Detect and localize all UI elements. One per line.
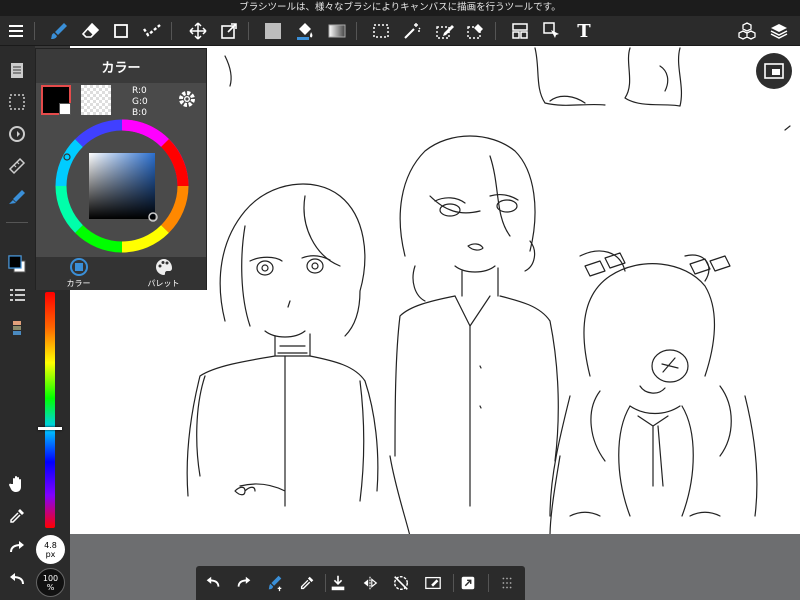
brush-size-value: 4.8	[44, 540, 57, 550]
eyedropper-icon[interactable]	[2, 502, 32, 530]
screenshot-icon[interactable]	[453, 566, 483, 600]
eraser-sub-icon[interactable]	[418, 566, 448, 600]
magic-wand-icon[interactable]	[397, 16, 427, 46]
fill-icon[interactable]	[2, 184, 32, 212]
eraser-icon[interactable]	[75, 16, 105, 46]
shape-icon[interactable]	[106, 16, 136, 46]
left-toolbar	[0, 46, 35, 600]
menu-icon[interactable]	[1, 16, 31, 46]
grid-icon[interactable]	[492, 566, 522, 600]
app-window: { "hint": { "text": "ブラシツールは、様々なブラシによりキャ…	[0, 0, 800, 600]
rgb-r: R:0	[132, 86, 147, 96]
rgb-readout: R:0 G:0 B:0	[132, 86, 152, 119]
transform-icon[interactable]	[214, 16, 244, 46]
operation-icon[interactable]	[537, 16, 567, 46]
select-pen-icon[interactable]	[430, 16, 460, 46]
color-panel: カラー R:0 G:0 B:0 カラー パレット	[35, 48, 207, 290]
select-eraser-icon[interactable]	[461, 16, 491, 46]
bottom-toolbar	[196, 566, 525, 600]
layer-list-icon[interactable]	[2, 314, 32, 342]
color-wheel[interactable]	[55, 119, 189, 257]
hand-icon[interactable]	[2, 470, 32, 498]
brush-icon[interactable]	[44, 16, 74, 46]
color-panel-tabs: カラー パレット	[36, 257, 206, 290]
brush-size-indicator[interactable]: 4.8 px	[36, 535, 65, 564]
materials-icon[interactable]	[732, 16, 762, 46]
rgb-b: B:0	[132, 108, 147, 118]
ruler-icon[interactable]	[2, 152, 32, 180]
fill-color-icon[interactable]	[258, 16, 288, 46]
hint-bar: ブラシツールは、様々なブラシによりキャンバスに描画を行うツールです。	[0, 0, 800, 16]
color-tab-icon	[69, 258, 88, 276]
snap-icon[interactable]	[386, 566, 416, 600]
navigator-button[interactable]	[756, 53, 792, 89]
slider-thumb[interactable]	[38, 426, 62, 430]
brush-list-icon[interactable]	[2, 282, 32, 310]
palette-icon	[155, 259, 172, 275]
select-rect-icon[interactable]	[366, 16, 396, 46]
opacity-indicator[interactable]: 100 %	[36, 568, 65, 597]
brush-settings-icon[interactable]	[260, 566, 290, 600]
tab-color[interactable]: カラー	[36, 257, 121, 290]
redo-icon[interactable]	[2, 534, 32, 562]
tab-palette-label: パレット	[147, 279, 180, 288]
rotate-icon[interactable]	[2, 120, 32, 148]
gradient-icon[interactable]	[322, 16, 352, 46]
text-icon[interactable]: T	[569, 16, 599, 46]
move-icon[interactable]	[183, 16, 213, 46]
layer-import-icon[interactable]	[323, 566, 353, 600]
opacity-value: 100	[42, 573, 59, 583]
color-panel-title: カラー	[36, 49, 206, 83]
gear-icon[interactable]	[177, 89, 197, 113]
undo-icon[interactable]	[2, 566, 32, 594]
tab-color-label: カラー	[66, 279, 91, 288]
eyedropper-icon[interactable]	[292, 566, 322, 600]
tab-palette[interactable]: パレット	[121, 257, 206, 290]
rgb-g: G:0	[132, 97, 148, 107]
select-icon[interactable]	[2, 88, 32, 116]
dots-icon[interactable]	[137, 16, 167, 46]
sub-color-swatch[interactable]	[81, 85, 111, 115]
opacity-unit: %	[46, 582, 55, 592]
top-toolbar: T	[0, 16, 800, 46]
color-icon[interactable]	[2, 250, 32, 278]
flip-icon[interactable]	[355, 566, 385, 600]
pages-icon[interactable]	[2, 56, 32, 84]
main-color-swatch[interactable]	[41, 85, 71, 115]
brush-size-unit: px	[45, 549, 56, 559]
navigator-icon	[764, 63, 784, 79]
hint-text: ブラシツールは、様々なブラシによりキャンバスに描画を行うツールです。	[239, 2, 561, 13]
layers-icon[interactable]	[764, 16, 794, 46]
frame-icon[interactable]	[505, 16, 535, 46]
brush-size-slider[interactable]	[45, 292, 55, 528]
bucket-icon[interactable]	[290, 16, 320, 46]
redo-icon[interactable]	[229, 566, 259, 600]
undo-icon[interactable]	[198, 566, 228, 600]
